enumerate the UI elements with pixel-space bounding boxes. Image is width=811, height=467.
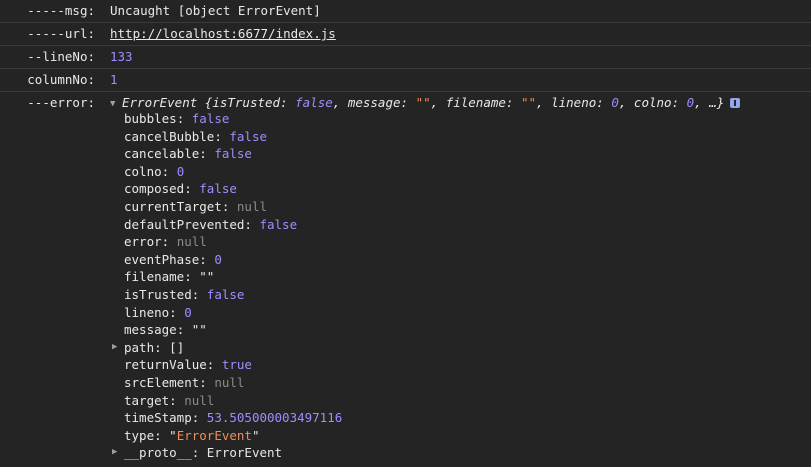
url-link[interactable]: http://localhost:6677/index.js — [110, 23, 336, 45]
prop-value: ErrorEvent — [176, 427, 252, 443]
prop-value: false — [206, 286, 245, 302]
summary-key-istrusted: isTrusted — [212, 95, 281, 110]
prop-istrusted: isTrusted: false — [124, 286, 245, 302]
prop-value: null — [214, 374, 245, 390]
prop-returnvalue: returnValue: true — [124, 357, 252, 373]
log-row-columnno: columnNo: 1 — [0, 69, 811, 92]
prop-value: 0 — [184, 304, 192, 320]
prop-value: "" — [199, 269, 215, 285]
collapsed-triangle-icon[interactable]: ▶ — [112, 444, 117, 462]
prop-bubbles: bubbles: false — [124, 111, 230, 126]
prop-cancelable: cancelable: false — [124, 146, 252, 162]
columnno-value: 1 — [110, 72, 118, 87]
prop-value: 53.505000003497116 — [206, 410, 343, 426]
prop-path[interactable]: ▶ path: [] — [112, 339, 342, 357]
prop-defaultprevented: defaultPrevented: false — [124, 216, 298, 232]
msg-label: -----msg: — [27, 3, 95, 18]
prop-key: type — [124, 427, 155, 443]
prop-key: defaultPrevented — [124, 216, 245, 232]
prop-key: cancelable — [124, 146, 200, 162]
prop-value: ErrorEvent — [206, 445, 283, 461]
log-row-error: ---error: ▼ ErrorEvent {isTrusted: false,… — [0, 92, 811, 467]
prop-currenttarget: currentTarget: null — [124, 198, 268, 214]
log-row-url: -----url: http://localhost:6677/index.js — [0, 23, 811, 46]
summary-key-colno: colno — [633, 95, 672, 110]
prop-eventphase: eventPhase: 0 — [124, 251, 222, 267]
prop-key: colno — [124, 163, 162, 179]
prop-value: true — [221, 357, 252, 373]
prop-colno: colno: 0 — [124, 163, 185, 179]
prop-proto[interactable]: ▶ __proto__: ErrorEvent — [112, 444, 342, 462]
summary-value-istrusted: false — [295, 95, 333, 110]
columnno-label: columnNo: — [27, 72, 95, 87]
prop-key: composed — [124, 181, 185, 197]
prop-target: target: null — [124, 392, 215, 408]
prop-lineno: lineno: 0 — [124, 304, 192, 320]
prop-key: timeStamp — [124, 410, 192, 426]
prop-value: 0 — [214, 251, 222, 267]
devtools-console: -----msg: Uncaught [object ErrorEvent] -… — [0, 0, 811, 462]
prop-key: returnValue — [124, 357, 207, 373]
error-properties: bubbles: false cancelBubble: false cance… — [112, 110, 343, 462]
lineno-value: 133 — [110, 49, 133, 64]
msg-value: Uncaught [object ErrorEvent] — [110, 3, 321, 18]
prop-value: null — [176, 234, 207, 250]
prop-key: srcElement — [124, 374, 200, 390]
prop-key: filename — [124, 269, 185, 285]
prop-message: message: "" — [124, 322, 207, 338]
prop-key: cancelBubble — [124, 128, 215, 144]
prop-key: __proto__ — [124, 445, 192, 461]
url-label: -----url: — [27, 26, 95, 41]
prop-key: error — [124, 234, 162, 250]
prop-value: false — [214, 146, 252, 162]
prop-key: target — [124, 392, 170, 408]
collapsed-triangle-icon[interactable]: ▶ — [112, 339, 117, 357]
summary-value-lineno: 0 — [611, 95, 619, 110]
prop-value: "" — [191, 322, 207, 338]
expanded-triangle-icon[interactable]: ▼ — [110, 93, 122, 115]
prop-key: isTrusted — [124, 286, 192, 302]
summary-key-message: message — [347, 95, 401, 110]
prop-type: type: "ErrorEvent" — [124, 427, 260, 443]
prop-srcelement: srcElement: null — [124, 374, 245, 390]
summary-key-filename: filename — [445, 95, 506, 110]
prop-key: path — [124, 339, 155, 355]
prop-timestamp: timeStamp: 53.505000003497116 — [124, 410, 343, 426]
prop-key: lineno — [124, 304, 170, 320]
prop-value: null — [236, 198, 268, 214]
error-label: ---error: — [27, 95, 95, 110]
prop-value: false — [191, 111, 230, 126]
prop-value: false — [199, 181, 237, 197]
summary-value-message: "" — [415, 95, 431, 110]
prop-value: false — [229, 128, 268, 144]
prop-key: bubbles — [124, 111, 177, 126]
log-row-msg: -----msg: Uncaught [object ErrorEvent] — [0, 0, 811, 23]
prop-value: null — [184, 392, 215, 408]
summary-ellipsis: …} — [709, 95, 725, 110]
summary-key-lineno: lineno — [551, 95, 597, 110]
prop-value: 0 — [176, 163, 185, 179]
log-row-lineno: --lineNo: 133 — [0, 46, 811, 69]
error-class-name: ErrorEvent — [122, 95, 198, 110]
prop-key: currentTarget — [124, 198, 222, 214]
lineno-label: --lineNo: — [27, 49, 95, 64]
prop-value: [] — [169, 339, 185, 355]
prop-error: error: null — [124, 234, 207, 250]
prop-key: eventPhase — [124, 251, 200, 267]
summary-value-colno: 0 — [686, 95, 695, 110]
prop-key: message — [124, 322, 177, 338]
prop-composed: composed: false — [124, 181, 237, 197]
info-icon[interactable] — [730, 98, 741, 108]
prop-cancelbubble: cancelBubble: false — [124, 128, 268, 144]
summary-value-filename: "" — [520, 95, 537, 110]
prop-filename: filename: "" — [124, 269, 215, 285]
prop-value: false — [259, 216, 298, 232]
